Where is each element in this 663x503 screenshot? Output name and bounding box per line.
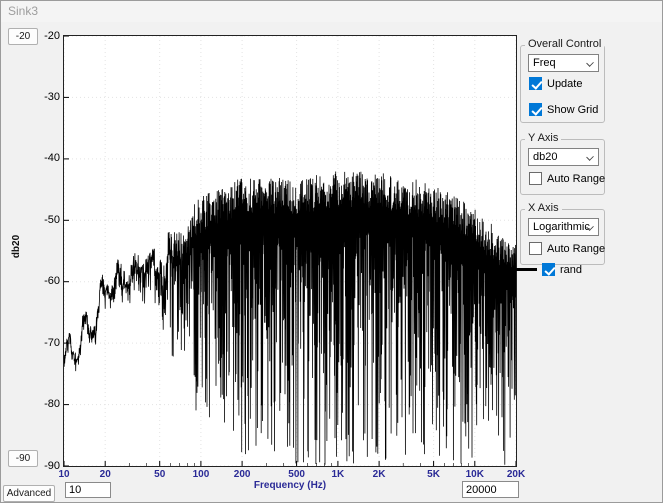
y-tick-label: -60 <box>33 275 60 288</box>
y-scale-dropdown-value: db20 <box>533 151 557 163</box>
x-auto-range-checkbox[interactable]: Auto Range <box>529 242 605 255</box>
x-axis-group-title: X Axis <box>525 202 562 214</box>
legend-line-sample <box>513 268 537 271</box>
x-tick-label: 2K <box>373 469 386 480</box>
x-tick-label: 10K <box>466 469 484 480</box>
y-auto-range-checkbox[interactable]: Auto Range <box>529 172 605 185</box>
y-axis-group-title: Y Axis <box>525 132 561 144</box>
freq-dropdown[interactable]: Freq <box>528 54 599 72</box>
y-tick-label: -70 <box>33 337 60 350</box>
window-titlebar[interactable]: Sink3 <box>1 1 662 22</box>
chevron-down-icon <box>586 59 594 67</box>
y-auto-range-checkbox-label: Auto Range <box>547 173 605 185</box>
x-min-input[interactable] <box>65 482 111 498</box>
freq-dropdown-value: Freq <box>533 57 556 69</box>
update-checkbox[interactable]: Update <box>529 77 582 90</box>
y-tick-label: -50 <box>33 214 60 227</box>
x-tick-label: 20K <box>507 469 525 480</box>
x-tick-label: 200 <box>234 469 251 480</box>
legend-entry-rand: rand <box>513 263 582 276</box>
y-tick-label: -80 <box>33 398 60 411</box>
x-scale-dropdown-value: Logarithmic <box>533 221 590 233</box>
x-auto-range-checkbox-label: Auto Range <box>547 243 605 255</box>
rand-legend-checkbox[interactable] <box>542 263 555 276</box>
advanced-button[interactable]: Advanced <box>3 485 55 502</box>
x-axis-group: X Axis Logarithmic Auto Range <box>520 209 605 265</box>
y-axis-title: db20 <box>11 235 22 258</box>
x-tick-label: 10 <box>58 469 69 480</box>
window-title: Sink3 <box>8 4 38 18</box>
show-grid-checkbox-label: Show Grid <box>547 104 598 116</box>
rand-legend-label: rand <box>560 264 582 276</box>
update-checkbox-label: Update <box>547 78 582 90</box>
y-tick-label: -90 <box>33 460 60 473</box>
update-checkbox-box <box>529 77 542 90</box>
x-axis-title: Frequency (Hz) <box>254 480 326 491</box>
sink3-window: Sink3 -20 -90 Advanced -20-30-40-50-60-7… <box>0 0 663 503</box>
x-tick-label: 1K <box>331 469 344 480</box>
y-tick-label: -30 <box>33 91 60 104</box>
x-tick-label: 100 <box>193 469 210 480</box>
plot-canvas[interactable] <box>63 35 517 467</box>
x-max-input[interactable] <box>462 481 519 498</box>
y-axis-group: Y Axis db20 Auto Range <box>520 139 605 195</box>
y-scale-dropdown[interactable]: db20 <box>528 148 599 166</box>
x-tick-label: 20 <box>100 469 111 480</box>
overall-control-group-title: Overall Control <box>525 38 604 50</box>
y-auto-range-checkbox-box <box>529 172 542 185</box>
x-tick-label: 500 <box>288 469 305 480</box>
y-tick-label: -40 <box>33 152 60 165</box>
overall-control-group: Overall Control Freq Update Show Grid <box>520 45 605 123</box>
x-scale-dropdown[interactable]: Logarithmic <box>528 218 599 236</box>
x-auto-range-checkbox-box <box>529 242 542 255</box>
show-grid-checkbox-box <box>529 103 542 116</box>
x-tick-label: 5K <box>427 469 440 480</box>
y-tick-label: -20 <box>33 30 60 43</box>
x-tick-label: 50 <box>154 469 165 480</box>
show-grid-checkbox[interactable]: Show Grid <box>529 103 598 116</box>
spectrum-trace <box>64 36 516 466</box>
chevron-down-icon <box>586 153 594 161</box>
